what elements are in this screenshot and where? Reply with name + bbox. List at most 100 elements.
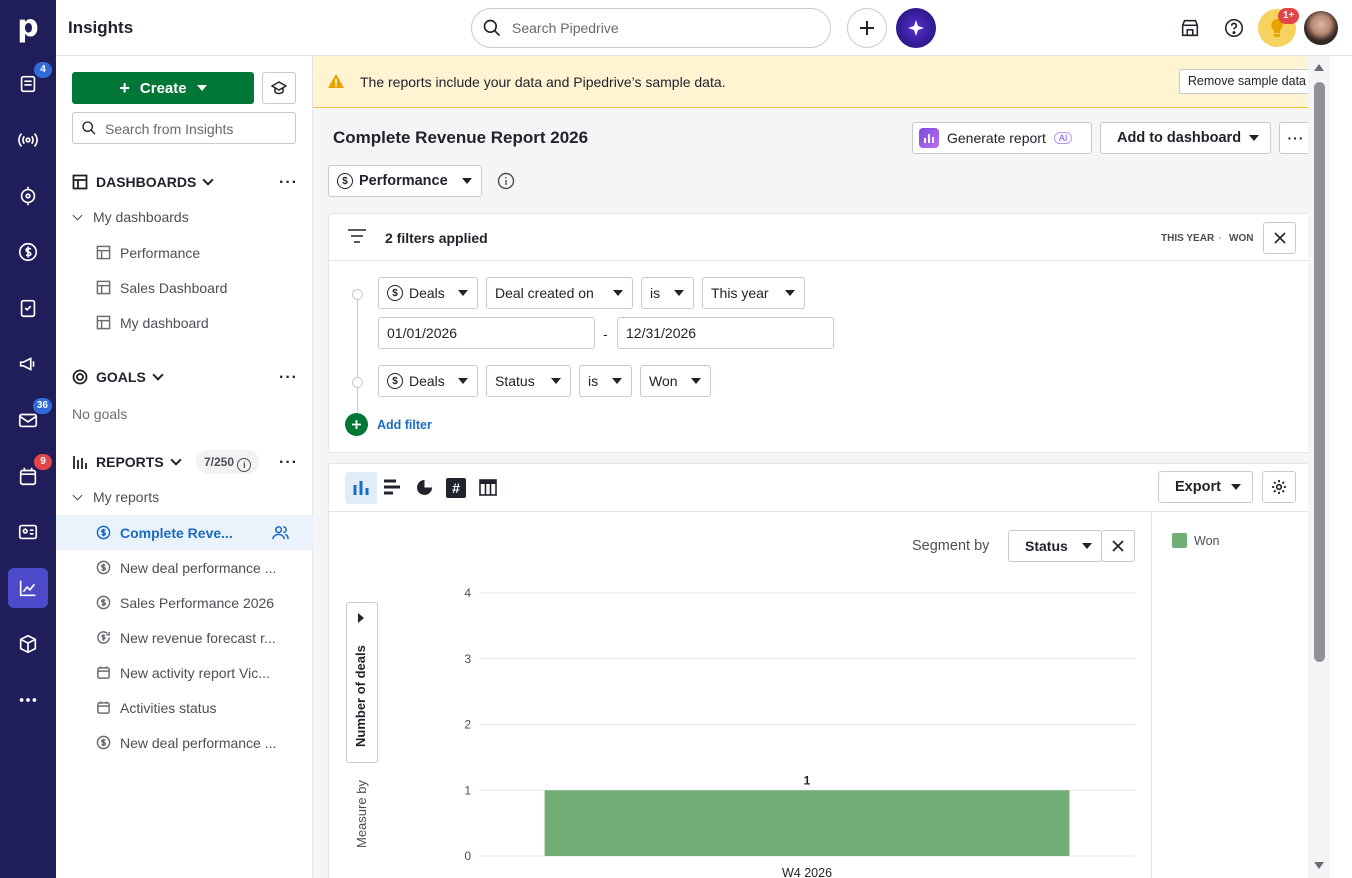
- scroll-up-icon[interactable]: [1314, 64, 1324, 71]
- rail-more-icon[interactable]: [8, 680, 48, 720]
- dashboard-item[interactable]: Performance: [56, 235, 313, 270]
- calendar-badge: 9: [34, 454, 52, 470]
- scroll-down-icon[interactable]: [1314, 862, 1324, 869]
- filter1-operator-dropdown[interactable]: is: [641, 277, 694, 309]
- y-tick-label: 1: [464, 783, 471, 797]
- chart-settings-button[interactable]: [1262, 471, 1296, 503]
- rail-mail-icon[interactable]: 36: [8, 398, 52, 440]
- filter1-entity-dropdown[interactable]: $ Deals: [378, 277, 478, 309]
- quick-add-button[interactable]: [847, 8, 887, 48]
- reports-label: REPORTS: [96, 454, 164, 470]
- rail-insights-icon[interactable]: [8, 568, 48, 608]
- my-dashboards-group[interactable]: My dashboards: [72, 206, 189, 228]
- report-label: New revenue forecast r...: [120, 629, 276, 646]
- reports-count: 7/250: [204, 455, 235, 469]
- export-label: Export: [1175, 479, 1221, 495]
- remove-sample-data-button[interactable]: Remove sample data: [1178, 69, 1315, 94]
- goals-section-header[interactable]: GOALS ···: [72, 365, 298, 389]
- column-chart-view-button[interactable]: [345, 472, 377, 504]
- bar-won: [544, 790, 1070, 856]
- report-item[interactable]: New revenue forecast r...: [56, 620, 313, 655]
- report-item[interactable]: New activity report Vic...: [56, 655, 313, 690]
- info-icon[interactable]: i: [237, 458, 252, 472]
- create-button[interactable]: + Create: [72, 72, 254, 104]
- ai-chart-icon: [919, 128, 939, 148]
- report-title[interactable]: Complete Revenue Report 2026: [333, 128, 588, 148]
- sample-data-banner: The reports include your data and Pipedr…: [313, 56, 1330, 108]
- dollar-icon: [96, 560, 111, 575]
- report-item[interactable]: Sales Performance 2026: [56, 585, 313, 620]
- filter2-field-dropdown[interactable]: Status: [486, 365, 571, 397]
- rail-broadcast-icon[interactable]: [8, 120, 48, 160]
- chevron-down-icon: [462, 178, 472, 184]
- report-item[interactable]: New deal performance ...: [56, 550, 313, 585]
- report-label: New deal performance ...: [120, 734, 277, 751]
- scorecard-view-button[interactable]: #: [446, 478, 466, 498]
- rail-tasks-icon[interactable]: [8, 288, 48, 328]
- marketplace-icon[interactable]: [1176, 14, 1204, 42]
- table-view-button[interactable]: [479, 479, 497, 499]
- page-title: Insights: [68, 18, 134, 37]
- reports-section-header[interactable]: REPORTS 7/250 i ···: [72, 450, 298, 474]
- filter1-value: This year: [711, 285, 769, 301]
- filter1-operator: is: [650, 285, 661, 301]
- pipedrive-logo[interactable]: p: [14, 10, 42, 44]
- reports-more-icon[interactable]: ···: [279, 454, 298, 472]
- revenue-bar-chart: 0 1 2 3 4 1 W4 2026: [464, 586, 1135, 878]
- my-reports-group[interactable]: My reports: [72, 486, 159, 508]
- rail-target-icon[interactable]: [8, 176, 48, 216]
- scrollbar-thumb[interactable]: [1314, 82, 1325, 662]
- reports-count-badge: 7/250 i: [196, 450, 260, 474]
- rail-contacts-icon[interactable]: [8, 512, 48, 552]
- generate-report-button[interactable]: Generate report AI: [912, 122, 1092, 154]
- rail-products-icon[interactable]: [8, 624, 48, 664]
- collapse-filters-button[interactable]: [1263, 222, 1296, 254]
- report-item[interactable]: New deal performance ...: [56, 725, 313, 760]
- filter2-operator-dropdown[interactable]: is: [579, 365, 632, 397]
- dashboard-item[interactable]: My dashboard: [56, 305, 313, 340]
- add-filter-label: Add filter: [377, 417, 432, 432]
- chevron-down-icon: [72, 490, 83, 500]
- dashboard-label: Sales Dashboard: [120, 279, 228, 296]
- global-search-input[interactable]: Search Pipedrive: [471, 8, 831, 48]
- help-icon[interactable]: [1220, 14, 1248, 42]
- filter1-value-dropdown[interactable]: This year: [702, 277, 805, 309]
- chevron-down-icon: [674, 290, 684, 296]
- rail-calendar-icon[interactable]: 9: [8, 454, 52, 496]
- dashboards-section-header[interactable]: DASHBOARDS ···: [72, 170, 298, 194]
- insights-search-input[interactable]: Search from Insights: [72, 112, 296, 144]
- rail-dollar-icon[interactable]: [8, 232, 48, 272]
- user-avatar[interactable]: [1304, 11, 1338, 45]
- filter2-entity-dropdown[interactable]: $ Deals: [378, 365, 478, 397]
- filters-header[interactable]: 2 filters applied THIS YEAR · WON: [329, 214, 1312, 261]
- shared-users-icon[interactable]: [272, 524, 289, 541]
- tips-button[interactable]: 1+: [1258, 8, 1300, 47]
- data-label: 1: [804, 773, 811, 787]
- no-goals-text: No goals: [72, 406, 128, 422]
- info-icon[interactable]: [497, 172, 515, 190]
- filter2-value-dropdown[interactable]: Won: [640, 365, 711, 397]
- dashboard-item[interactable]: Sales Dashboard: [56, 270, 313, 305]
- academy-button[interactable]: [262, 72, 296, 104]
- bar-chart-view-button[interactable]: [383, 479, 401, 498]
- ai-assistant-button[interactable]: [896, 8, 936, 48]
- report-label: New activity report Vic...: [120, 664, 270, 681]
- rail-megaphone-icon[interactable]: [8, 344, 48, 384]
- add-to-dashboard-button[interactable]: Add to dashboard: [1100, 122, 1271, 154]
- dashboards-more-icon[interactable]: ···: [279, 174, 298, 192]
- export-button[interactable]: Export: [1158, 471, 1253, 503]
- goal-icon: [72, 369, 88, 385]
- goals-more-icon[interactable]: ···: [279, 369, 298, 387]
- legend-label[interactable]: Won: [1194, 534, 1219, 548]
- filter1-to-date-input[interactable]: 12/31/2026: [617, 317, 834, 349]
- pie-chart-view-button[interactable]: [416, 479, 433, 499]
- report-item-active[interactable]: Complete Reve...: [56, 515, 313, 550]
- chart-panel: # Export Won Segment by Status Number of…: [328, 463, 1313, 878]
- report-item[interactable]: Activities status: [56, 690, 313, 725]
- main-scrollbar[interactable]: [1308, 56, 1330, 878]
- add-filter-button[interactable]: Add filter: [345, 413, 432, 436]
- filter1-field-dropdown[interactable]: Deal created on: [486, 277, 633, 309]
- filter1-from-date-input[interactable]: 01/01/2026: [378, 317, 595, 349]
- rail-deals-icon[interactable]: 4: [8, 62, 52, 104]
- report-type-dropdown[interactable]: $ Performance: [328, 165, 482, 197]
